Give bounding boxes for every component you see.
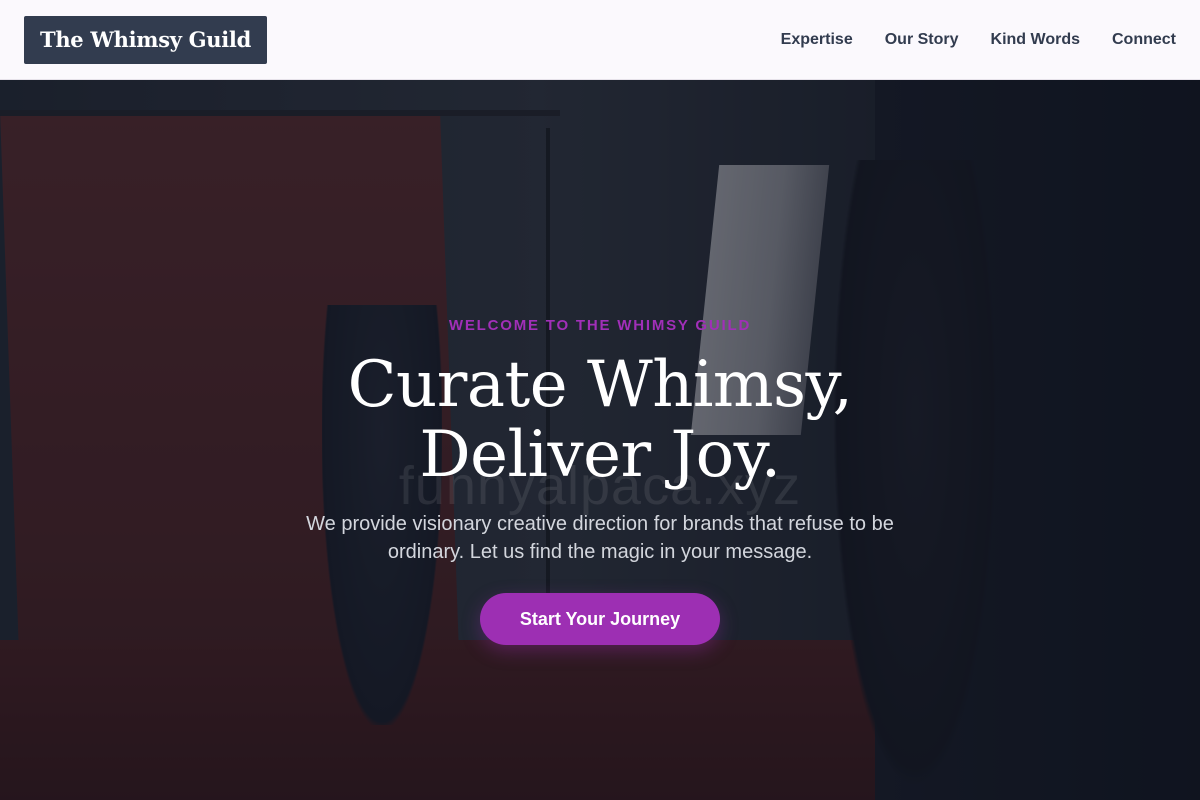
nav-link-kind-words[interactable]: Kind Words [991,31,1080,49]
hero-eyebrow: WELCOME TO THE WHIMSY GUILD [448,317,752,334]
nav-link-expertise[interactable]: Expertise [781,31,853,49]
hero-subtext: We provide visionary creative direction … [306,513,894,563]
hero-section: funnyalpaca.xyz WELCOME TO THE WHIMSY GU… [0,80,1200,800]
site-header: The Whimsy Guild Expertise Our Story Kin… [0,0,1200,80]
hero-content: WELCOME TO THE WHIMSY GUILD Curate Whims… [0,317,1200,645]
hero-headline-line-1: Curate Whimsy, [347,348,853,422]
nav-link-connect[interactable]: Connect [1112,31,1176,49]
hero-headline-line-2: Deliver Joy. [419,418,781,492]
start-journey-button[interactable]: Start Your Journey [479,593,721,645]
main-nav: Expertise Our Story Kind Words Connect [781,31,1176,49]
hero-headline: Curate Whimsy, Deliver Joy. [0,350,1200,490]
nav-link-our-story[interactable]: Our Story [885,31,959,49]
brand-logo[interactable]: The Whimsy Guild [24,15,267,64]
